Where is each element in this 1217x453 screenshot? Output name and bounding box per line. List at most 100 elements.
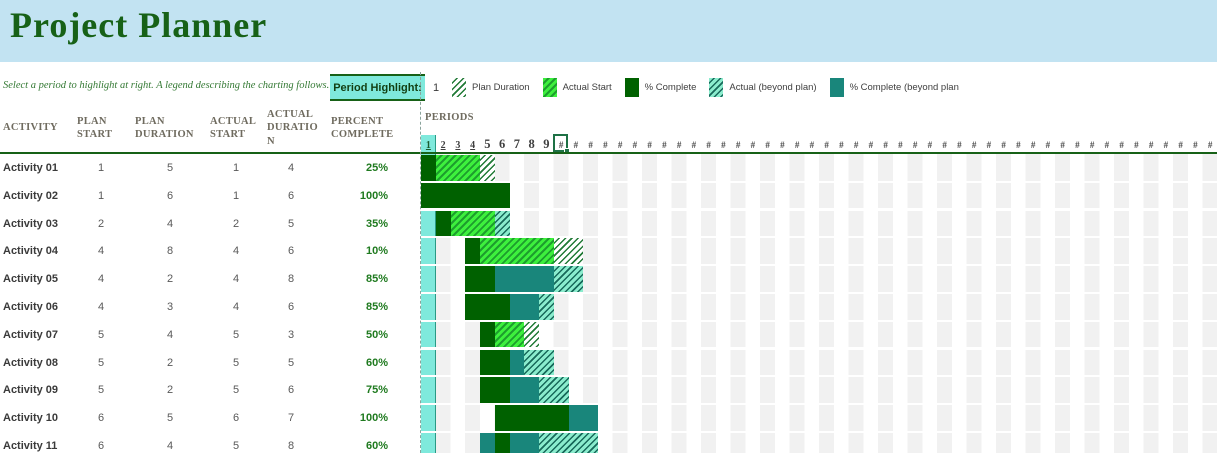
period-cell[interactable]: # (583, 135, 598, 152)
period-cell[interactable]: # (805, 135, 820, 152)
actual-duration-cell[interactable]: 3 (264, 322, 318, 350)
period-cell[interactable]: # (731, 135, 746, 152)
plan-duration-cell[interactable]: 4 (134, 322, 206, 350)
actual-duration-cell[interactable]: 6 (264, 183, 318, 211)
period-cell[interactable]: 1 (421, 135, 436, 152)
actual-start-cell[interactable]: 2 (209, 211, 263, 239)
percent-complete-cell[interactable]: 60% (330, 433, 388, 453)
period-cell[interactable]: 2 (436, 135, 451, 152)
actual-duration-cell[interactable]: 6 (264, 238, 318, 266)
period-cell[interactable]: # (1144, 135, 1159, 152)
period-cell[interactable]: # (687, 135, 702, 152)
period-cell[interactable]: # (834, 135, 849, 152)
period-cell[interactable]: # (967, 135, 982, 152)
period-cell[interactable]: # (952, 135, 967, 152)
period-cell[interactable]: # (878, 135, 893, 152)
plan-start-cell[interactable]: 5 (76, 322, 126, 350)
actual-start-cell[interactable]: 5 (209, 322, 263, 350)
period-cell[interactable]: # (849, 135, 864, 152)
period-cell[interactable]: # (760, 135, 775, 152)
period-cell[interactable]: # (937, 135, 952, 152)
period-cell[interactable]: # (746, 135, 761, 152)
plan-duration-cell[interactable]: 4 (134, 433, 206, 453)
plan-duration-cell[interactable]: 3 (134, 294, 206, 322)
plan-start-cell[interactable]: 2 (76, 211, 126, 239)
actual-duration-cell[interactable]: 5 (264, 211, 318, 239)
period-cell[interactable]: # (864, 135, 879, 152)
period-cell[interactable]: # (819, 135, 834, 152)
period-cell[interactable]: # (1203, 135, 1217, 152)
plan-start-cell[interactable]: 1 (76, 183, 126, 211)
plan-start-cell[interactable]: 1 (76, 155, 126, 183)
period-cell[interactable]: 6 (495, 135, 510, 152)
actual-duration-cell[interactable]: 4 (264, 155, 318, 183)
period-cell[interactable]: # (1085, 135, 1100, 152)
period-cell[interactable]: # (716, 135, 731, 152)
period-cell[interactable]: # (1070, 135, 1085, 152)
activity-name-cell[interactable]: Activity 08 (3, 350, 73, 378)
plan-start-cell[interactable]: 5 (76, 377, 126, 405)
actual-start-cell[interactable]: 5 (209, 433, 263, 453)
plan-start-cell[interactable]: 6 (76, 405, 126, 433)
activity-name-cell[interactable]: Activity 02 (3, 183, 73, 211)
period-cell[interactable]: # (628, 135, 643, 152)
period-cell[interactable]: # (613, 135, 628, 152)
period-cell[interactable]: # (1055, 135, 1070, 152)
period-cell[interactable]: # (1100, 135, 1115, 152)
period-cell[interactable]: 4 (465, 135, 480, 152)
percent-complete-cell[interactable]: 85% (330, 266, 388, 294)
activity-name-cell[interactable]: Activity 07 (3, 322, 73, 350)
period-cell[interactable]: 9 (539, 135, 554, 152)
plan-duration-cell[interactable]: 6 (134, 183, 206, 211)
percent-complete-cell[interactable]: 100% (330, 405, 388, 433)
plan-start-cell[interactable]: 4 (76, 294, 126, 322)
actual-duration-cell[interactable]: 8 (264, 433, 318, 453)
period-cell[interactable]: # (598, 135, 613, 152)
percent-complete-cell[interactable]: 100% (330, 183, 388, 211)
period-cell[interactable]: 3 (451, 135, 466, 152)
plan-duration-cell[interactable]: 5 (134, 155, 206, 183)
actual-start-cell[interactable]: 5 (209, 350, 263, 378)
percent-complete-cell[interactable]: 85% (330, 294, 388, 322)
period-cell[interactable]: # (1173, 135, 1188, 152)
percent-complete-cell[interactable]: 50% (330, 322, 388, 350)
plan-duration-cell[interactable]: 5 (134, 405, 206, 433)
actual-start-cell[interactable]: 1 (209, 155, 263, 183)
period-cell[interactable]: # (1026, 135, 1041, 152)
plan-start-cell[interactable]: 5 (76, 350, 126, 378)
period-cell[interactable]: # (893, 135, 908, 152)
plan-duration-cell[interactable]: 4 (134, 211, 206, 239)
activity-name-cell[interactable]: Activity 01 (3, 155, 73, 183)
activity-name-cell[interactable]: Activity 11 (3, 433, 73, 453)
actual-duration-cell[interactable]: 7 (264, 405, 318, 433)
actual-duration-cell[interactable]: 8 (264, 266, 318, 294)
actual-start-cell[interactable]: 4 (209, 266, 263, 294)
plan-start-cell[interactable]: 6 (76, 433, 126, 453)
plan-duration-cell[interactable]: 2 (134, 350, 206, 378)
plan-start-cell[interactable]: 4 (76, 266, 126, 294)
period-cell[interactable]: # (1159, 135, 1174, 152)
actual-duration-cell[interactable]: 6 (264, 377, 318, 405)
actual-duration-cell[interactable]: 5 (264, 350, 318, 378)
period-cell[interactable]: 8 (524, 135, 539, 152)
activity-name-cell[interactable]: Activity 05 (3, 266, 73, 294)
actual-start-cell[interactable]: 1 (209, 183, 263, 211)
activity-name-cell[interactable]: Activity 06 (3, 294, 73, 322)
actual-start-cell[interactable]: 6 (209, 405, 263, 433)
actual-duration-cell[interactable]: 6 (264, 294, 318, 322)
activity-name-cell[interactable]: Activity 03 (3, 211, 73, 239)
period-cell[interactable]: # (996, 135, 1011, 152)
period-cell[interactable]: # (569, 135, 584, 152)
percent-complete-cell[interactable]: 35% (330, 211, 388, 239)
percent-complete-cell[interactable]: 25% (330, 155, 388, 183)
activity-name-cell[interactable]: Activity 04 (3, 238, 73, 266)
period-cell[interactable]: # (1129, 135, 1144, 152)
percent-complete-cell[interactable]: 10% (330, 238, 388, 266)
actual-start-cell[interactable]: 4 (209, 238, 263, 266)
percent-complete-cell[interactable]: 75% (330, 377, 388, 405)
period-cell[interactable]: # (1041, 135, 1056, 152)
plan-duration-cell[interactable]: 2 (134, 266, 206, 294)
period-cell[interactable]: # (672, 135, 687, 152)
period-cell[interactable]: # (790, 135, 805, 152)
period-cell[interactable]: # (1114, 135, 1129, 152)
